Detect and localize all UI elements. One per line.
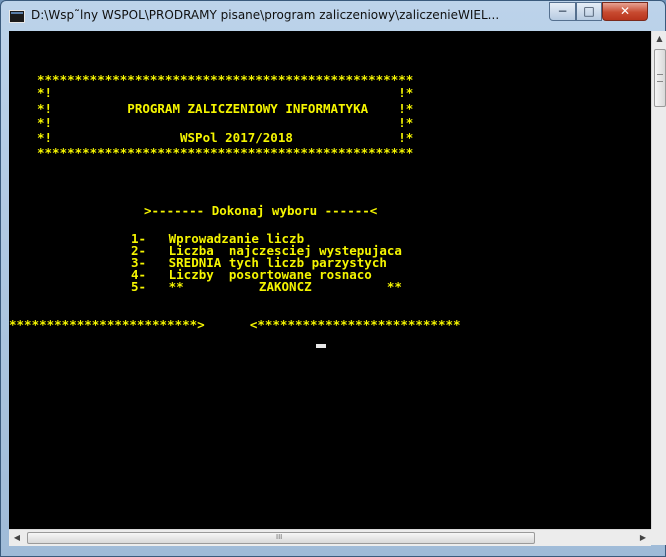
maximize-button[interactable]: □ [576, 2, 602, 21]
horizontal-scrollbar[interactable]: ◀ III ▶ [9, 529, 651, 546]
menu-option-5: 5- ** ZAKONCZ ** [131, 279, 402, 294]
window-title: D:\Wsp˜lny WSPOL\PRODRAMY pisane\program… [31, 8, 500, 22]
vertical-scrollbar[interactable]: ▲ ▼ [651, 31, 666, 543]
scrollbar-corner [651, 529, 666, 545]
input-prompt-line: *************************> <************… [9, 317, 461, 332]
scroll-up-icon[interactable]: ▲ [652, 31, 666, 47]
scroll-left-icon[interactable]: ◀ [9, 530, 25, 546]
console-app-icon[interactable] [9, 10, 25, 23]
console-line: *! !* [37, 85, 414, 100]
menu-heading: >------- Dokonaj wyboru ------< [144, 203, 378, 218]
console-line: ****************************************… [37, 145, 414, 160]
console-output-area[interactable]: ****************************************… [9, 31, 651, 543]
console-line: *! WSPol 2017/2018 !* [37, 130, 414, 145]
console-window: D:\Wsp˜lny WSPOL\PRODRAMY pisane\program… [0, 0, 666, 557]
scroll-right-icon[interactable]: ▶ [635, 530, 651, 546]
scroll-grip-icon: III [276, 533, 283, 541]
text-cursor [316, 344, 326, 348]
minimize-button[interactable]: − [549, 2, 576, 21]
console-line: *! !* [37, 115, 414, 130]
console-line: *! PROGRAM ZALICZENIOWY INFORMATYKA !* [37, 101, 414, 116]
horizontal-scroll-thumb[interactable]: III [27, 532, 535, 544]
console-screen: ****************************************… [9, 31, 651, 543]
close-button[interactable]: ✕ [602, 2, 648, 21]
title-bar[interactable]: D:\Wsp˜lny WSPOL\PRODRAMY pisane\program… [1, 1, 665, 31]
vertical-scroll-thumb[interactable] [654, 49, 666, 107]
